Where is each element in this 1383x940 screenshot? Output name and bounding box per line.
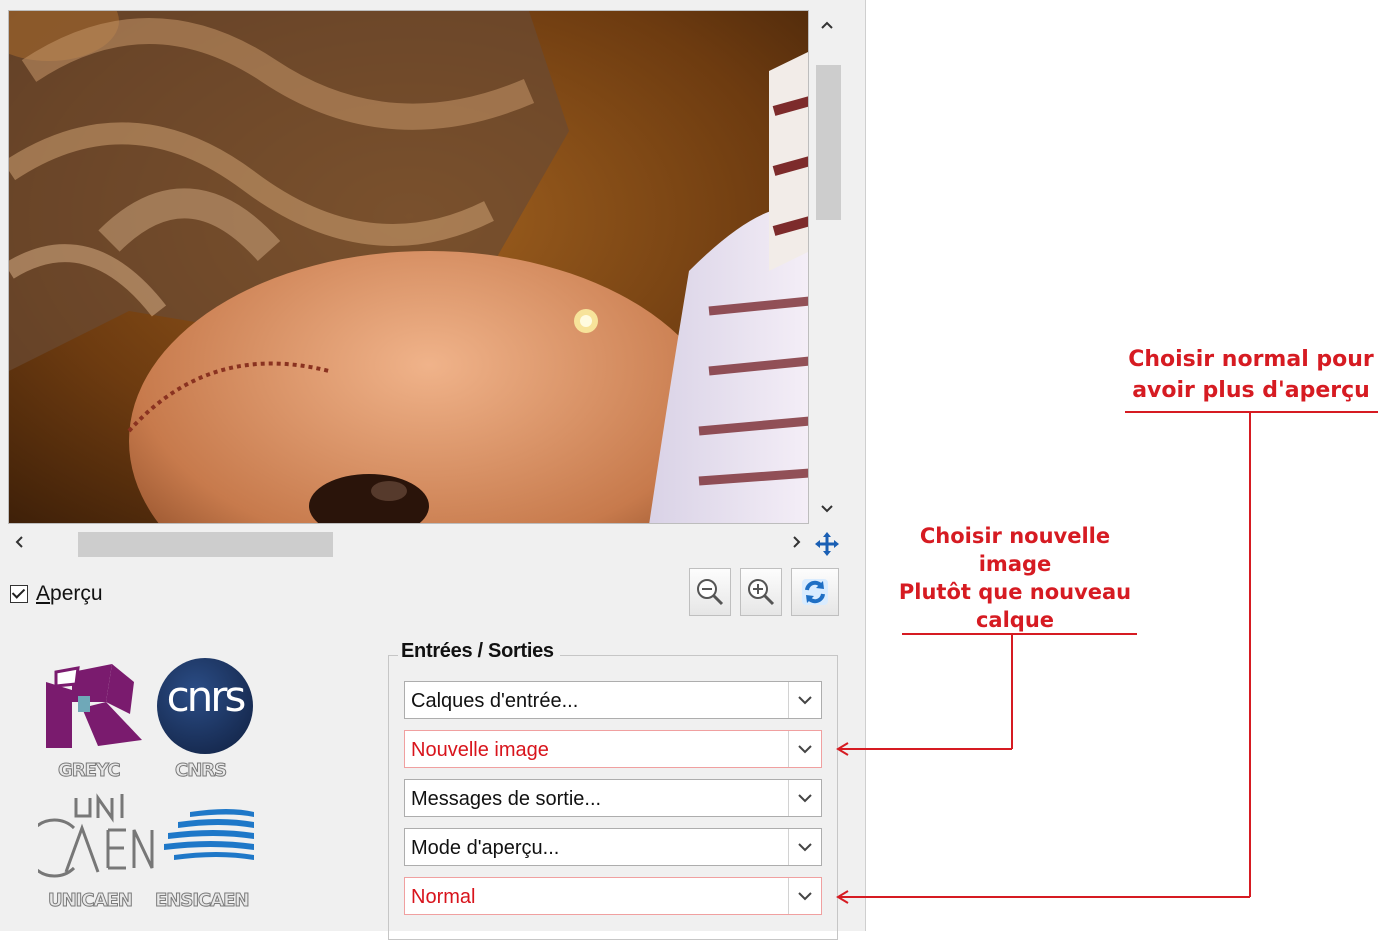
greyc-label: GREYC — [58, 760, 122, 782]
filter-panel: Aperçu GREYC cnrs CNRS UNICAEN ENSICAEN … — [0, 0, 866, 940]
zoom-in-button[interactable] — [740, 568, 782, 616]
preview-mode-label-select[interactable]: Mode d'aperçu... — [404, 828, 822, 866]
output-mode-value: Nouvelle image — [411, 739, 549, 761]
chevron-down-icon[interactable] — [788, 682, 821, 718]
input-layers-select[interactable]: Calques d'entrée... — [404, 681, 822, 719]
unicaen-logo — [38, 793, 154, 878]
chevron-down-icon[interactable] — [788, 731, 821, 767]
ensicaen-label: ENSICAEN — [155, 890, 251, 912]
preview-image[interactable] — [8, 10, 809, 524]
chevron-down-icon[interactable] — [788, 780, 821, 816]
scroll-up-icon[interactable] — [811, 12, 843, 37]
unicaen-label: UNICAEN — [48, 890, 134, 912]
move-icon[interactable] — [813, 530, 841, 558]
cnrs-logo-mark: cnrs — [166, 672, 247, 721]
scroll-down-icon[interactable] — [811, 500, 843, 521]
refresh-button[interactable] — [791, 568, 839, 616]
greyc-logo — [46, 664, 142, 748]
preview-mode-label-value: Mode d'aperçu... — [411, 837, 560, 859]
preview-checkbox[interactable]: Aperçu — [10, 582, 103, 606]
preview-mode-value: Normal — [411, 886, 476, 908]
scroll-right-icon[interactable] — [790, 532, 804, 555]
chevron-down-icon[interactable] — [788, 878, 821, 914]
horizontal-scrollbar[interactable] — [8, 528, 809, 560]
preview-photo — [9, 11, 808, 523]
output-messages-value: Messages de sortie... — [411, 788, 602, 810]
output-mode-select[interactable]: Nouvelle image — [404, 730, 822, 768]
scroll-left-icon[interactable] — [12, 532, 26, 555]
vertical-scrollbar[interactable] — [811, 10, 843, 524]
preview-checkbox-label: Aperçu — [36, 582, 103, 605]
ensicaen-logo — [164, 809, 254, 860]
horizontal-scroll-thumb[interactable] — [78, 532, 333, 557]
vertical-scroll-thumb[interactable] — [816, 65, 841, 220]
refresh-icon — [802, 579, 828, 605]
cnrs-label: CNRS — [174, 760, 227, 782]
annotation-new-image: Choisir nouvelle image Plutôt que nouvea… — [898, 524, 1132, 632]
zoom-out-icon — [697, 579, 724, 606]
io-group-title: Entrées / Sorties — [398, 640, 560, 663]
chevron-down-icon[interactable] — [788, 829, 821, 865]
zoom-in-icon — [748, 579, 775, 606]
zoom-out-button[interactable] — [689, 568, 731, 616]
output-messages-select[interactable]: Messages de sortie... — [404, 779, 822, 817]
annotation-normal: Choisir normal pour avoir plus d'aperçu — [1128, 347, 1374, 403]
preview-mode-select[interactable]: Normal — [404, 877, 822, 915]
checkbox-box[interactable] — [10, 585, 28, 603]
input-layers-value: Calques d'entrée... — [411, 690, 579, 712]
